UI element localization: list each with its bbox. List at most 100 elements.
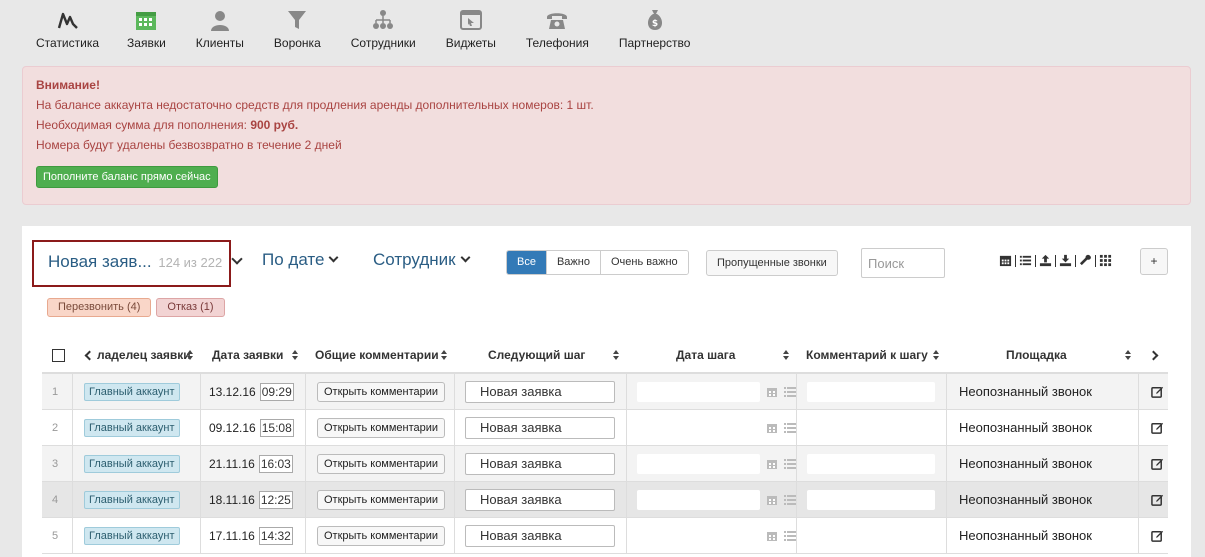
comments-cell: Открыть комментарии	[305, 445, 454, 482]
list-icon[interactable]	[784, 458, 796, 470]
calendar-icon[interactable]	[999, 254, 1012, 267]
calendar-icon[interactable]	[766, 458, 778, 470]
chevron-right-icon[interactable]	[1148, 350, 1159, 361]
employee-label: Сотрудник	[373, 250, 456, 269]
nav-label: Телефония	[525, 36, 589, 50]
table-row[interactable]: 1 Главный аккаунт 13.12.16 09:29 Открыть …	[42, 373, 1168, 410]
calendar-icon[interactable]	[766, 530, 778, 542]
calendar-icon[interactable]	[766, 422, 778, 434]
list-icon[interactable]	[784, 530, 796, 542]
importance-very-important-button[interactable]: Очень важно	[599, 251, 688, 274]
stage-filter-dropdown[interactable]: Новая заяв... 124 из 222	[32, 240, 231, 287]
wrench-icon[interactable]	[1079, 254, 1092, 267]
open-comments-button[interactable]: Открыть комментарии	[317, 381, 446, 402]
date-cell: 21.11.16 16:03	[200, 445, 305, 482]
open-comments-button[interactable]: Открыть комментарии	[317, 525, 446, 546]
open-comments-button[interactable]: Открыть комментарии	[317, 417, 446, 438]
nav-item-statistics[interactable]: Статистика	[36, 8, 99, 56]
search-input[interactable]	[861, 248, 945, 278]
next-step-select[interactable]: Новая заявка	[465, 380, 615, 403]
edit-icon[interactable]	[1151, 493, 1164, 506]
alert-line-removal: Номера будут удалены безвозвратно в тече…	[36, 138, 342, 152]
owner-badge: Главный аккаунт	[84, 418, 180, 437]
table-row[interactable]: 4 Главный аккаунт 18.11.16 12:25 Открыть …	[42, 481, 1168, 518]
col-next-step-label: Следующий шаг	[488, 348, 586, 362]
edit-cell	[1138, 481, 1168, 518]
list-icon[interactable]	[784, 386, 796, 398]
step-comment-input[interactable]	[807, 489, 935, 510]
edit-cell	[1138, 373, 1168, 410]
balance-alert: Внимание! На балансе аккаунта недостаточ…	[22, 66, 1191, 205]
source-value: Неопознанный звонок	[959, 492, 1092, 507]
open-comments-button[interactable]: Открыть комментарии	[317, 489, 446, 510]
list-icon[interactable]	[784, 422, 796, 434]
step-date-input[interactable]	[637, 525, 760, 546]
table-row[interactable]: 3 Главный аккаунт 21.11.16 16:03 Открыть …	[42, 445, 1168, 482]
col-comments-label: Общие комментарии	[315, 348, 439, 362]
employee-dropdown[interactable]: Сотрудник	[373, 250, 471, 270]
col-source[interactable]: Площадка	[946, 338, 1138, 373]
upload-icon[interactable]	[1039, 254, 1052, 267]
nav-item-funnel[interactable]: Воронка	[274, 8, 321, 56]
step-comment-input[interactable]	[807, 453, 935, 474]
missed-calls-button[interactable]: Пропущенные звонки	[706, 250, 838, 276]
table-row[interactable]: 2 Главный аккаунт 09.12.16 15:08 Открыть …	[42, 409, 1168, 446]
step-date-input[interactable]	[637, 453, 760, 474]
col-comments[interactable]: Общие комментарии	[305, 338, 454, 373]
nav-item-employees[interactable]: Сотрудники	[351, 8, 416, 56]
sort-by-date-dropdown[interactable]: По дате	[262, 250, 339, 270]
list-icon[interactable]	[1019, 254, 1032, 267]
next-step-select[interactable]: Новая заявка	[465, 416, 615, 439]
next-step-select[interactable]: Новая заявка	[465, 488, 615, 511]
edit-icon[interactable]	[1151, 529, 1164, 542]
download-icon[interactable]	[1059, 254, 1072, 267]
nav-item-widgets[interactable]: Виджеты	[446, 8, 496, 56]
col-step-comment[interactable]: Комментарий к шагу	[796, 338, 946, 373]
sort-icon	[933, 350, 940, 361]
edit-icon[interactable]	[1151, 457, 1164, 470]
source-cell: Неопознанный звонок	[946, 373, 1138, 410]
step-comment-input[interactable]	[807, 525, 935, 546]
select-all-checkbox[interactable]	[52, 349, 65, 363]
importance-important-button[interactable]: Важно	[545, 251, 600, 274]
divider	[1075, 254, 1076, 267]
next-step-select[interactable]: Новая заявка	[465, 524, 615, 547]
importance-all-button[interactable]: Все	[507, 251, 546, 274]
chevron-down-icon[interactable]	[231, 253, 243, 265]
open-comments-button[interactable]: Открыть комментарии	[317, 453, 446, 474]
tag-callback[interactable]: Перезвонить (4)	[47, 298, 152, 317]
nav-item-clients[interactable]: Клиенты	[196, 8, 244, 56]
col-owner[interactable]: ладелец заявки	[72, 338, 200, 373]
col-date[interactable]: Дата заявки	[200, 338, 305, 373]
nav-item-requests[interactable]: Заявки	[127, 8, 166, 56]
grid-icon[interactable]	[1099, 254, 1112, 267]
step-comment-cell	[796, 481, 946, 518]
chevron-left-icon[interactable]	[84, 350, 95, 361]
list-icon[interactable]	[784, 494, 796, 506]
col-next-step[interactable]: Следующий шаг	[454, 338, 626, 373]
nav-item-telephony[interactable]: Телефония	[526, 8, 589, 56]
step-comment-input[interactable]	[807, 381, 935, 402]
tag-refusal[interactable]: Отказ (1)	[156, 298, 225, 317]
nav-item-partnership[interactable]: $ Партнерство	[619, 8, 690, 56]
date-cell: 13.12.16 09:29	[200, 373, 305, 410]
importance-filter: Все Важно Очень важно	[506, 250, 689, 275]
calendar-icon[interactable]	[766, 386, 778, 398]
edit-icon[interactable]	[1151, 421, 1164, 434]
step-comment-cell	[796, 373, 946, 410]
table-row[interactable]: 5 Главный аккаунт 17.11.16 14:32 Открыть …	[42, 517, 1168, 554]
top-up-balance-button[interactable]: Пополните баланс прямо сейчас	[36, 166, 218, 188]
col-step-date[interactable]: Дата шага	[626, 338, 796, 373]
step-comment-input[interactable]	[807, 417, 935, 438]
step-date-input[interactable]	[637, 381, 760, 402]
next-step-select[interactable]: Новая заявка	[465, 452, 615, 475]
step-date-cell	[626, 517, 796, 554]
step-date-input[interactable]	[637, 417, 760, 438]
step-date-input[interactable]	[637, 489, 760, 510]
owner-cell: Главный аккаунт	[72, 445, 200, 482]
nav-label: Воронка	[273, 36, 321, 50]
owner-cell: Главный аккаунт	[72, 373, 200, 410]
edit-icon[interactable]	[1151, 385, 1164, 398]
add-column-button[interactable]: +	[1140, 248, 1168, 275]
calendar-icon[interactable]	[766, 494, 778, 506]
